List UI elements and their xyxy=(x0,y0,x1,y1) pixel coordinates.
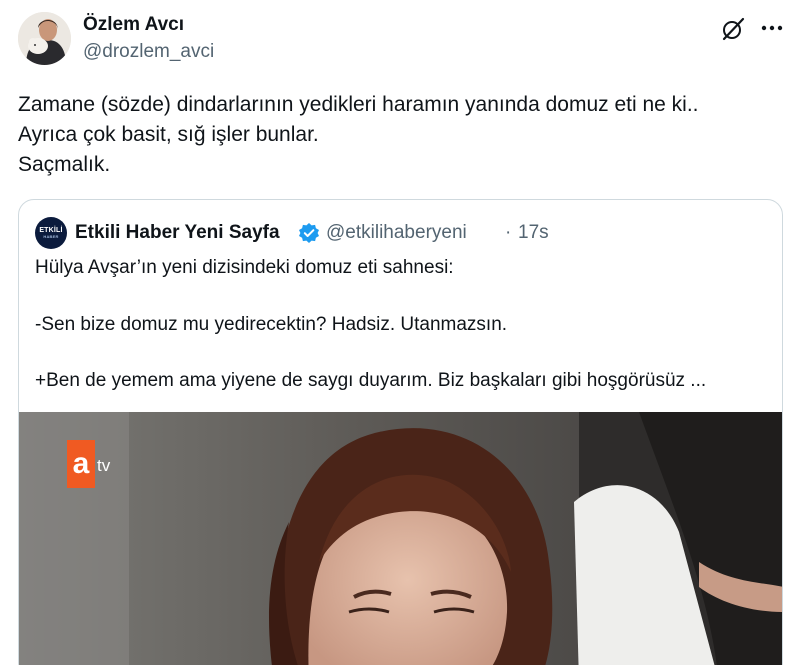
grok-icon[interactable] xyxy=(718,14,748,44)
more-options-icon[interactable] xyxy=(758,14,786,42)
atv-logo-letter: a xyxy=(67,440,95,488)
quoted-line: -Sen bize domuz mu yedirecektin? Hadsiz.… xyxy=(35,314,508,335)
quoted-media-image[interactable]: a tv xyxy=(19,412,782,665)
atv-logo: a tv xyxy=(67,440,110,488)
quoted-tweet-card[interactable]: ETKİLİ HABER Etkili Haber Yeni Sayfa @et… xyxy=(18,199,783,665)
quoted-author-avatar[interactable]: ETKİLİ HABER xyxy=(35,217,67,249)
video-still-image xyxy=(19,412,782,665)
quoted-line: Hülya Avşar’ın yeni dizisindeki domuz et… xyxy=(35,257,454,278)
quoted-timestamp[interactable]: 17s xyxy=(518,222,549,244)
avatar-subtext: HABER xyxy=(43,234,59,239)
tweet-text: Zamane (sözde) dindarlarının yedikleri h… xyxy=(18,90,788,180)
avatar-photo-icon xyxy=(18,12,71,65)
quoted-author-name[interactable]: Etkili Haber Yeni Sayfa xyxy=(75,222,280,244)
atv-logo-suffix: tv xyxy=(97,456,111,475)
avatar-text: ETKİLİ xyxy=(39,227,63,234)
author-handle[interactable]: @drozlem_avci xyxy=(83,41,214,63)
author-avatar[interactable] xyxy=(18,12,71,65)
separator-dot: · xyxy=(505,222,512,243)
quoted-author-handle[interactable]: @etkilihaberyeni xyxy=(326,222,467,244)
author-name[interactable]: Özlem Avcı xyxy=(83,14,184,36)
quoted-line: +Ben de yemem ama yiyene de saygı duyarı… xyxy=(35,370,707,391)
tweet-line: Saçmalık. xyxy=(18,153,111,176)
tweet-line: Ayrıca çok basit, sığ işler bunlar. xyxy=(18,123,319,146)
verified-badge-icon xyxy=(298,222,320,244)
tweet-line: Zamane (sözde) dindarlarının yedikleri h… xyxy=(18,93,699,116)
